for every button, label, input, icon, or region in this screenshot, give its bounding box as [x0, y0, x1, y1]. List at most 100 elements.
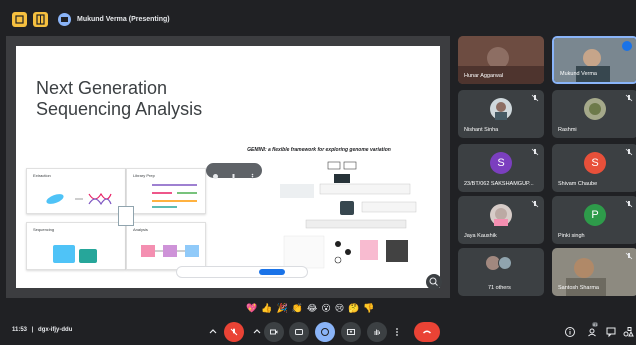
- leave-call-button[interactable]: [414, 322, 440, 342]
- participant-tile[interactable]: S Shivam Chaube: [552, 144, 636, 192]
- reaction-surprised[interactable]: 😮: [321, 302, 330, 316]
- mic-toggle-button[interactable]: [224, 322, 244, 342]
- mic-off-icon: [625, 252, 633, 260]
- logo-mark: [118, 206, 134, 226]
- participant-name: Mukund Verma: [560, 71, 597, 77]
- gemini-framework-diagram: [280, 161, 417, 269]
- workflow-card-library-prep: Library Prep: [126, 168, 206, 214]
- layout-icon[interactable]: [33, 12, 48, 27]
- participant-tile[interactable]: S 23/BT/062 SAKSHAMGUP...: [458, 144, 544, 192]
- shared-screen: Next Generation Sequencing Analysis Extr…: [6, 36, 450, 298]
- zoom-icon[interactable]: [426, 274, 442, 290]
- chat-icon: [606, 327, 616, 338]
- chevron-up-icon: [253, 329, 261, 334]
- raise-hand-button[interactable]: [367, 322, 387, 342]
- reaction-thumbs-up[interactable]: 👍: [261, 302, 272, 316]
- bottom-bar: 11:53 | dgx-ifjy-ddu 81: [0, 318, 636, 345]
- info-icon: [565, 327, 575, 337]
- people-icon: [588, 328, 596, 337]
- participant-name: 23/BT/062 SAKSHAMGUP...: [464, 181, 534, 187]
- reaction-heart[interactable]: 💖: [246, 302, 257, 316]
- reactions-button[interactable]: [315, 322, 335, 342]
- more-options-icon[interactable]: [249, 167, 256, 180]
- pin-window-icon[interactable]: [12, 12, 27, 27]
- audio-options-button[interactable]: [206, 322, 220, 342]
- share-overlay-controls[interactable]: [206, 163, 262, 180]
- avatar: P: [584, 204, 606, 226]
- mic-off-icon: [625, 148, 633, 156]
- sequencer-illustration: [53, 245, 97, 263]
- reaction-laugh[interactable]: 😂: [307, 302, 318, 316]
- separator: |: [31, 327, 34, 333]
- avatar: S: [490, 152, 512, 174]
- participant-name: Jaya Kaushik: [464, 233, 497, 239]
- participant-name: Shivam Chaube: [558, 181, 598, 187]
- reaction-bar: 💖 👍 🎉 👏 😂 😮 😢 🤔 👎: [246, 302, 375, 316]
- panel-label: Library Prep: [133, 173, 155, 178]
- mic-off-icon: [531, 200, 539, 208]
- more-options-button[interactable]: [391, 322, 403, 342]
- participant-name: Hunar Aggarwal: [464, 73, 504, 79]
- participant-tile[interactable]: Rashmi: [552, 90, 636, 138]
- captions-icon: [295, 329, 303, 335]
- panel-label: Analysis: [133, 227, 148, 232]
- workflow-card-sequencing: Sequencing: [26, 222, 126, 270]
- participant-tile-others[interactable]: 71 others: [458, 248, 544, 296]
- participant-name: Rashmi: [558, 127, 577, 133]
- more-vert-icon: [396, 328, 398, 336]
- meeting-details-button[interactable]: [564, 326, 576, 338]
- participant-tile[interactable]: P Pinki singh: [552, 196, 636, 244]
- presentation-slide: Next Generation Sequencing Analysis Extr…: [16, 46, 440, 288]
- avatar: [490, 204, 512, 226]
- reaction-thinking[interactable]: 🤔: [348, 302, 359, 316]
- mic-off-icon[interactable]: [230, 167, 237, 179]
- meeting-info: 11:53 | dgx-ifjy-ddu: [12, 327, 72, 333]
- mic-off-icon: [531, 148, 539, 156]
- mic-off-icon: [625, 200, 633, 208]
- participant-name: Nishant Sinha: [464, 127, 499, 133]
- reaction-clap[interactable]: 👏: [292, 302, 303, 316]
- present-screen-button[interactable]: [341, 322, 361, 342]
- panel-label: Extraction: [33, 173, 51, 178]
- present-icon: [347, 329, 355, 335]
- camera-toggle-button[interactable]: [264, 322, 284, 342]
- slide-title-line-2: Sequencing Analysis: [36, 99, 203, 119]
- avatar: S: [584, 152, 606, 174]
- workflow-card-analysis: Analysis: [126, 222, 206, 270]
- reaction-party[interactable]: 🎉: [276, 302, 287, 316]
- meeting-code: dgx-ifjy-ddu: [38, 327, 73, 333]
- participant-tile[interactable]: Santosh Sharma: [552, 248, 636, 296]
- participant-tile[interactable]: Hunar Aggarwal: [458, 36, 544, 84]
- chat-button[interactable]: [605, 326, 617, 338]
- view-meeting-button[interactable]: [259, 269, 285, 275]
- activities-button[interactable]: [622, 326, 634, 338]
- participant-tile-speaking[interactable]: Mukund Verma: [552, 36, 636, 84]
- clock-time: 11:53: [12, 327, 28, 333]
- workflow-card-extraction: Extraction: [26, 168, 126, 214]
- panel-label: Sequencing: [33, 227, 55, 232]
- camera-icon: [270, 329, 278, 335]
- hang-up-icon: [423, 330, 431, 334]
- avatar: [584, 98, 606, 120]
- video-options-button[interactable]: [250, 322, 264, 342]
- reaction-sad[interactable]: 😢: [335, 302, 344, 316]
- participant-name: 71 others: [488, 285, 511, 291]
- participant-tile[interactable]: Jaya Kaushik: [458, 196, 544, 244]
- analysis-illustration: [141, 245, 199, 257]
- mic-off-icon: [625, 94, 633, 102]
- people-button[interactable]: [586, 326, 598, 338]
- slide-title: Next Generation Sequencing Analysis: [36, 78, 256, 120]
- speaking-indicator-icon: [622, 41, 632, 51]
- participant-name: Santosh Sharma: [558, 285, 599, 291]
- hand-icon[interactable]: [212, 167, 219, 179]
- presenting-indicator: Mukund Verma (Presenting): [58, 11, 170, 28]
- slide-title-line-1: Next Generation: [36, 78, 168, 98]
- dna-extraction-illustration: [46, 192, 112, 206]
- reaction-thumbs-down[interactable]: 👎: [363, 302, 374, 316]
- participant-tile[interactable]: Nishant Sinha: [458, 90, 544, 138]
- top-bar: Mukund Verma (Presenting): [0, 0, 636, 34]
- mic-off-icon: [230, 328, 238, 336]
- shapes-icon: [623, 327, 634, 337]
- captions-button[interactable]: [289, 322, 309, 342]
- mic-off-icon: [531, 94, 539, 102]
